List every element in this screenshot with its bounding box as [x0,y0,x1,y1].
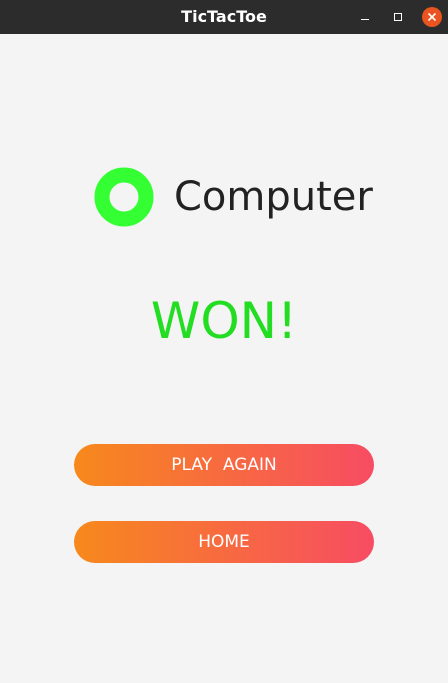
home-button[interactable]: HOME [74,521,374,563]
o-ring-icon [94,167,154,227]
minimize-icon [361,19,369,20]
close-icon [427,12,437,22]
result-screen: Computer WON! PLAY AGAIN HOME [0,34,448,683]
winner-name: Computer [174,174,373,220]
title-bar: TicTacToe [0,0,448,34]
minimize-button[interactable] [355,7,375,27]
close-button[interactable] [422,7,442,27]
play-again-button[interactable]: PLAY AGAIN [74,444,374,486]
maximize-button[interactable] [388,7,408,27]
maximize-icon [394,13,402,21]
app-window: TicTacToe Computer WON! PLAY AGAIN HOME [0,0,448,683]
window-title: TicTacToe [181,7,267,26]
result-status: WON! [150,292,298,350]
